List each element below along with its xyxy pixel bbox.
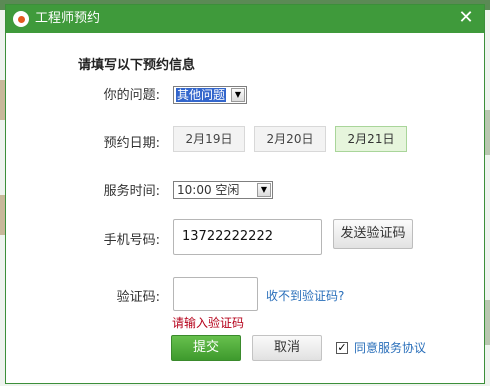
- time-selected-value: 10:00 空闲: [177, 183, 240, 197]
- code-label: 验证码:: [116, 290, 160, 305]
- resend-code-link[interactable]: 收不到验证码?: [266, 287, 344, 304]
- appointment-dialog: 工程师预约 ✕ 请填写以下预约信息 你的问题: 其他问题 ▼ 预约日期: 2月1…: [5, 4, 485, 384]
- phone-input[interactable]: 13722222222: [173, 219, 322, 255]
- form-heading: 请填写以下预约信息: [78, 58, 196, 73]
- agree-terms-link[interactable]: 同意服务协议: [354, 339, 426, 356]
- question-select[interactable]: 其他问题 ▼: [173, 86, 247, 104]
- app-logo-icon: [13, 11, 29, 27]
- question-selected-value: 其他问题: [176, 88, 227, 102]
- date-label: 预约日期:: [103, 136, 160, 151]
- date-option[interactable]: 2月19日: [173, 126, 245, 152]
- dialog-title: 工程师预约: [35, 11, 101, 26]
- submit-button[interactable]: 提交: [171, 335, 241, 361]
- dropdown-arrow-icon[interactable]: ▼: [257, 183, 271, 197]
- dialog-title-bar[interactable]: 工程师预约 ✕: [6, 5, 484, 33]
- time-label: 服务时间:: [103, 184, 160, 199]
- time-select[interactable]: 10:00 空闲 ▼: [173, 181, 273, 199]
- date-option[interactable]: 2月20日: [254, 126, 326, 152]
- date-option-selected[interactable]: 2月21日: [335, 126, 407, 152]
- code-error-message: 请输入验证码: [172, 316, 245, 330]
- agree-checkbox[interactable]: ✓: [336, 342, 348, 354]
- dropdown-arrow-icon[interactable]: ▼: [231, 88, 245, 102]
- cancel-button[interactable]: 取消: [252, 335, 322, 361]
- verification-code-input[interactable]: [173, 277, 258, 311]
- phone-label: 手机号码:: [103, 233, 160, 248]
- close-button[interactable]: ✕: [456, 8, 476, 28]
- question-label: 你的问题:: [103, 88, 160, 103]
- send-code-button[interactable]: 发送验证码: [333, 219, 413, 249]
